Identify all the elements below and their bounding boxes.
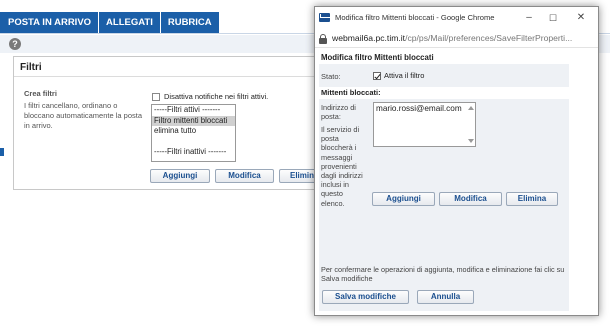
- window-titlebar: Modifica filtro Mittenti bloccati - Goog…: [315, 7, 598, 30]
- window-title: Modifica filtro Mittenti bloccati - Goog…: [335, 13, 495, 22]
- minimize-icon[interactable]: –: [522, 11, 536, 25]
- annulla-button[interactable]: Annulla: [417, 290, 474, 304]
- tab-posta-in-arrivo[interactable]: POSTA IN ARRIVO: [0, 12, 100, 34]
- blocked-address-list[interactable]: mario.rossi@email.com: [373, 102, 476, 147]
- modifica-address-button[interactable]: Modifica: [439, 192, 502, 206]
- filtri-panel: Filtri Crea filtri I filtri cancellano, …: [13, 56, 343, 190]
- blocked-address-item[interactable]: mario.rossi@email.com: [376, 104, 462, 113]
- help-icon[interactable]: ?: [9, 38, 21, 50]
- main-tabs: POSTA IN ARRIVO ALLEGATI RUBRICA: [0, 12, 220, 34]
- modifica-filter-button[interactable]: Modifica: [215, 169, 274, 183]
- elimina-address-button[interactable]: Elimina: [506, 192, 558, 206]
- filters-listbox[interactable]: -----Filtri attivi ------- Filtro mitten…: [151, 104, 236, 162]
- tab-rubrica[interactable]: RUBRICA: [160, 12, 220, 34]
- maximize-icon[interactable]: ☐: [546, 11, 560, 25]
- disattiva-notifiche-checkbox[interactable]: [152, 92, 160, 101]
- confirm-instructions: Per confermare le operazioni di aggiunta…: [321, 265, 565, 284]
- scroll-down-icon[interactable]: [468, 139, 474, 143]
- close-icon[interactable]: ✕: [574, 11, 588, 25]
- attiva-filtro-option[interactable]: Attiva il filtro: [373, 71, 424, 80]
- list-item[interactable]: -----Filtri inattivi -------: [152, 147, 235, 158]
- crea-filtri-label: Crea filtri: [24, 89, 57, 98]
- attiva-filtro-checkbox[interactable]: [373, 71, 381, 80]
- stato-label: Stato:: [321, 72, 341, 81]
- indirizzo-label: Indirizzo di posta:: [321, 103, 356, 121]
- servizio-description: Il servizio di posta bloccherà i messagg…: [321, 125, 363, 208]
- mittenti-bloccati-header: Mittenti bloccati:: [319, 87, 569, 99]
- list-item[interactable]: elimina tutto: [152, 126, 235, 137]
- popup-heading: Modifica filtro Mittenti bloccati: [321, 53, 434, 62]
- address-bar[interactable]: webmail6a.pc.tim.it/cp/ps/Mail/preferenc…: [315, 30, 598, 48]
- mail-icon: [319, 13, 330, 22]
- attiva-filtro-label: Attiva il filtro: [384, 71, 425, 80]
- salva-modifiche-button[interactable]: Salva modifiche: [322, 290, 409, 304]
- chrome-popup-window: Modifica filtro Mittenti bloccati - Goog…: [314, 6, 599, 316]
- side-marker: [0, 148, 4, 156]
- url-path: /cp/ps/Mail/preferences/SaveFilterProper…: [405, 33, 573, 43]
- filtri-divider: [14, 76, 342, 77]
- disattiva-notifiche-option[interactable]: Disattiva notifiche nei filtri attivi.: [152, 92, 268, 101]
- aggiungi-address-button[interactable]: Aggiungi: [372, 192, 435, 206]
- url-host: webmail6a.pc.tim.it: [332, 33, 406, 43]
- aggiungi-filter-button[interactable]: Aggiungi: [150, 169, 210, 183]
- scroll-up-icon[interactable]: [468, 106, 474, 110]
- list-item-selected[interactable]: Filtro mittenti bloccati: [152, 115, 235, 126]
- list-item[interactable]: -----Filtri attivi -------: [152, 105, 235, 116]
- url-text[interactable]: webmail6a.pc.tim.it/cp/ps/Mail/preferenc…: [332, 33, 594, 43]
- disattiva-notifiche-label: Disattiva notifiche nei filtri attivi.: [164, 92, 269, 101]
- crea-filtri-description: I filtri cancellano, ordinano o bloccano…: [24, 101, 142, 130]
- tab-allegati[interactable]: ALLEGATI: [99, 12, 161, 34]
- filtri-title: Filtri: [20, 62, 42, 73]
- lock-icon[interactable]: [319, 34, 327, 44]
- filter-edit-panel: Stato: Attiva il filtro Mittenti bloccat…: [319, 64, 569, 311]
- popup-content: Modifica filtro Mittenti bloccati Stato:…: [315, 49, 598, 315]
